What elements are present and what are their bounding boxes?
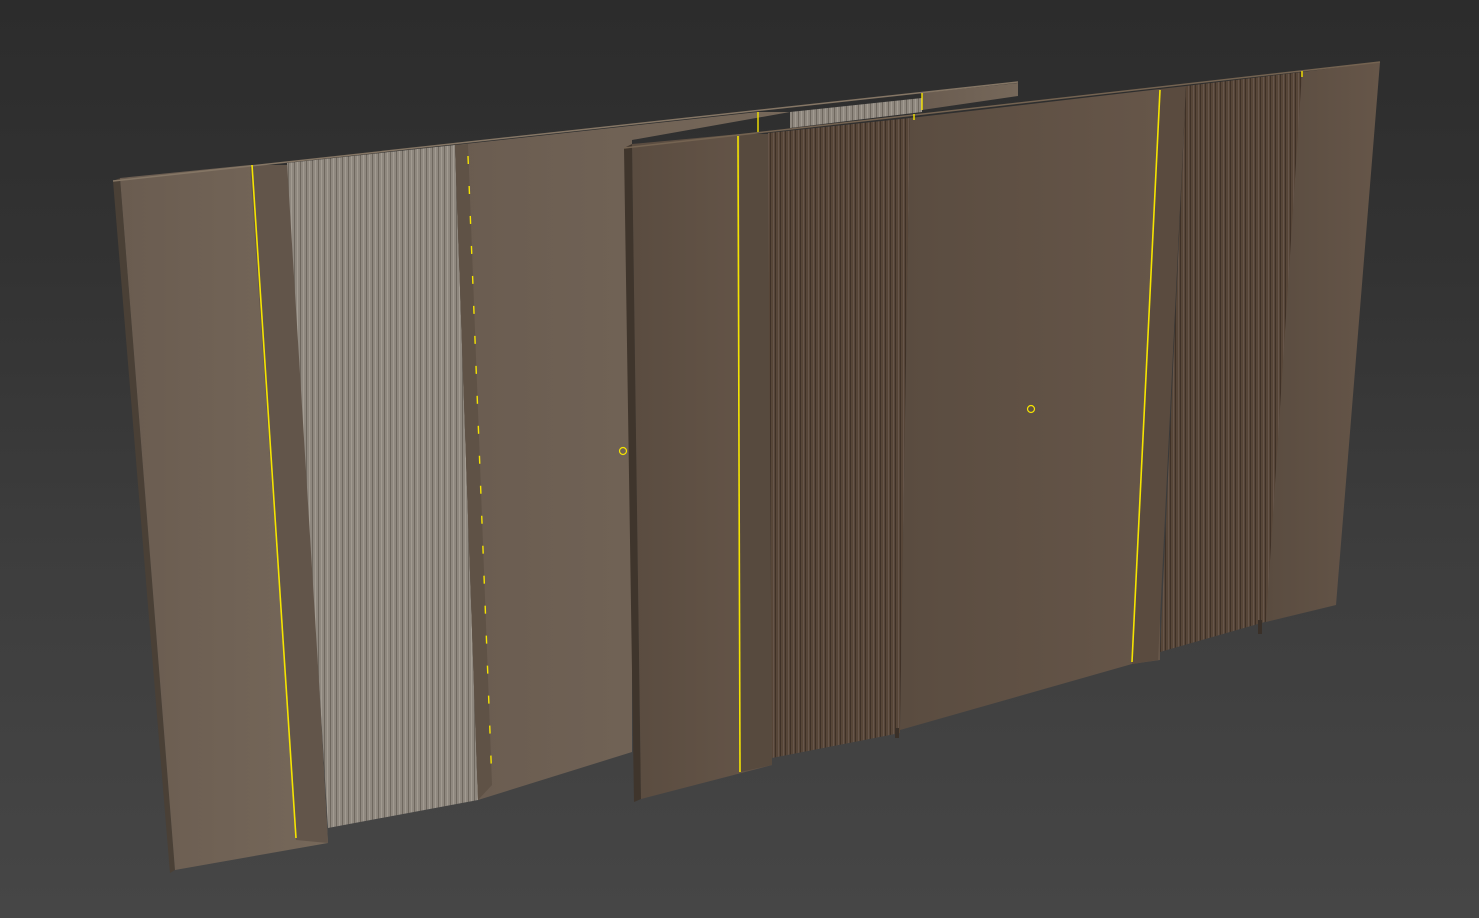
scene-canvas[interactable] xyxy=(0,0,1479,918)
front-panel-fluted-left xyxy=(768,118,910,758)
front-wall-panel[interactable] xyxy=(623,61,1381,802)
front-panel-foot-2 xyxy=(1258,620,1262,634)
3d-viewport[interactable] xyxy=(0,0,1479,918)
front-panel-center-board xyxy=(900,89,1160,730)
front-panel-foot-1 xyxy=(895,728,899,738)
front-panel-groove-left xyxy=(740,134,772,772)
